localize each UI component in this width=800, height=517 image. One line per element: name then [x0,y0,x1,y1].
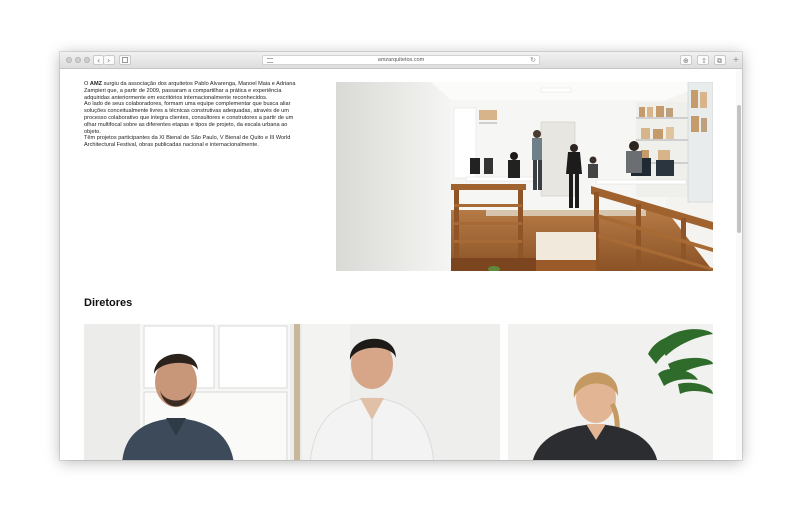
back-icon: ‹ [97,56,101,65]
show-tabs-button[interactable]: ⧉ [714,55,726,65]
address-bar[interactable]: amzarquitetos.com ↻ [262,55,540,65]
forward-button[interactable]: › [104,55,115,65]
office-photo-illustration [336,82,713,271]
director-photo-1 [84,324,500,460]
tabs-icon: ⧉ [717,57,722,65]
sidebar-icon [122,57,128,63]
download-icon: ⊕ [683,57,689,65]
page-content: O AMZ surgiu da associação dos arquiteto… [60,69,742,460]
director-photo-2 [508,324,713,460]
back-button[interactable]: ‹ [93,55,104,65]
new-tab-button[interactable]: + [732,55,740,65]
url-text: amzarquitetos.com [377,57,425,63]
office-photo [336,82,713,271]
intro-text: O AMZ surgiu da associação dos arquiteto… [84,81,302,149]
scrollbar-thumb[interactable] [737,105,741,233]
download-button[interactable]: ⊕ [680,55,692,65]
sidebar-button[interactable] [119,55,131,65]
intro-paragraph-1-text: surgiu da associação dos arquitetos Pabl… [84,81,296,101]
browser-toolbar: ‹ › amzarquitetos.com ↻ ⊕ ⇧ ⧉ + [60,52,742,69]
share-button[interactable]: ⇧ [697,55,709,65]
new-tab-icon: + [732,55,740,64]
directors-group-photo [84,324,500,460]
close-window-button[interactable] [66,57,72,63]
vertical-scrollbar[interactable] [736,69,742,460]
zoom-window-button[interactable] [84,57,90,63]
reload-icon[interactable]: ↻ [530,56,536,64]
browser-window: ‹ › amzarquitetos.com ↻ ⊕ ⇧ ⧉ + O AMZ su… [60,52,742,460]
share-icon: ⇧ [701,57,707,65]
intro-paragraph-1: O AMZ surgiu da associação dos arquiteto… [84,81,302,101]
forward-icon: › [107,56,111,65]
minimize-window-button[interactable] [75,57,81,63]
director-photo-2-illustration [508,324,713,460]
section-title: Diretores [84,297,133,309]
brand-name: AMZ [89,81,103,87]
intro-paragraph-2: Ao lado de seus colaboradores, formam um… [84,101,294,135]
intro-paragraph-3: Têm projetos participantes da XI Bienal … [84,135,291,149]
